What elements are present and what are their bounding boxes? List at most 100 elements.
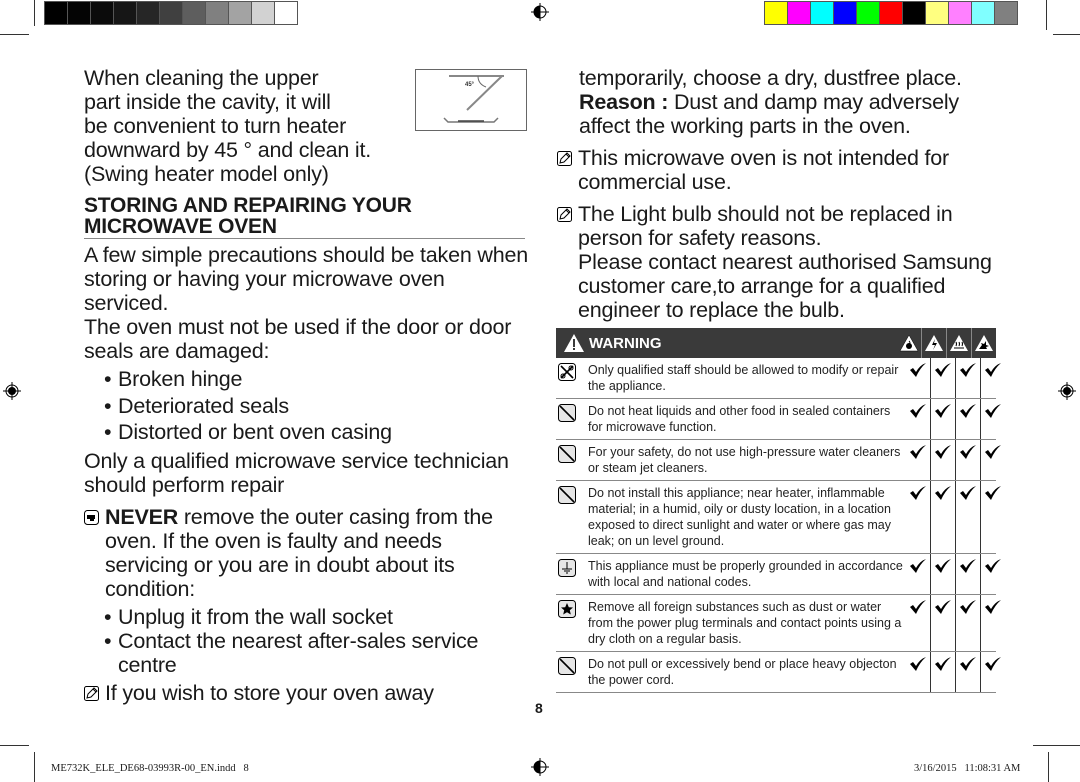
checkmark-icon: [935, 559, 951, 573]
crop-mark: [1048, 752, 1049, 782]
hazard-check-cell: [930, 652, 955, 692]
store-continued-text: temporarily, choose a dry, dustfree plac…: [579, 66, 962, 90]
swing-heater-diagram: 45°: [443, 75, 504, 123]
warning-row: Only qualified staff should be allowed t…: [556, 358, 1001, 399]
checkmark-icon: [910, 559, 926, 573]
checkmark-icon: [960, 363, 976, 377]
bullet-text: Distorted or bent oven casing: [118, 420, 392, 444]
color-swatch: [857, 2, 879, 24]
note-text: The Light bulb should not be replaced in…: [578, 202, 953, 250]
no-disassembly-icon: [556, 358, 584, 398]
note-text: Please contact nearest authorised Samsun…: [578, 250, 992, 322]
registration-mark-icon: [531, 3, 549, 21]
warning-header: WARNING: [556, 328, 996, 358]
bullet-text: Deteriorated seals: [118, 393, 289, 418]
intro-line: (Swing heater model only): [84, 162, 329, 186]
color-swatch: [252, 2, 274, 24]
color-swatch: [788, 2, 810, 24]
caution-hand-icon: [84, 510, 99, 525]
color-swatch: [949, 2, 971, 24]
warning-row: Do not heat liquids and other food in se…: [556, 399, 1001, 440]
warning-row-text: This appliance must be properly grounded…: [588, 559, 903, 589]
color-swatch: [880, 2, 902, 24]
section-heading: STORING AND REPAIRING YOUR MICROWAVE OVE…: [84, 195, 525, 239]
color-swatch: [137, 2, 159, 24]
checkmark-icon: [910, 363, 926, 377]
condition-bullet-list: • Unplug it from the wall socket • Contact…: [84, 605, 529, 677]
hazard-check-cell: [906, 481, 930, 553]
checkmark-icon: [960, 657, 976, 671]
checkmark-icon: [985, 657, 1001, 671]
checkmark-icon: [985, 559, 1001, 573]
checkmark-icon: [985, 445, 1001, 459]
note-commercial: This microwave oven is not intended for …: [557, 146, 997, 194]
bullet-item: • Deteriorated seals: [104, 393, 289, 418]
prohibited-icon: [556, 481, 584, 553]
warning-row-text: Do not heat liquids and other food in se…: [588, 404, 891, 434]
registration-mark-icon: [3, 382, 21, 400]
heater-45-degree-figure: 45°: [415, 69, 527, 131]
bullet-text: Broken hinge: [118, 367, 243, 391]
crop-mark: [34, 752, 35, 782]
registration-mark-icon: [531, 758, 549, 776]
crop-mark: [1053, 34, 1080, 35]
hazard-check-cell: [980, 399, 1005, 439]
bullet-text: Unplug it from the wall socket: [118, 605, 393, 629]
color-swatch: [91, 2, 113, 24]
hazard-check-cell: [930, 399, 955, 439]
color-swatch: [765, 2, 787, 24]
checkmark-icon: [985, 600, 1001, 614]
never-label: NEVER: [105, 505, 179, 529]
checkmark-icon: [910, 445, 926, 459]
heading-line: MICROWAVE OVEN: [84, 215, 277, 238]
page-number: 8: [535, 700, 543, 716]
note-bulb: The Light bulb should not be replaced in…: [557, 202, 997, 322]
color-swatch: [275, 2, 297, 24]
color-swatch: [995, 2, 1017, 24]
hazard-check-cell: [955, 554, 980, 594]
warning-triangle-icon: [564, 334, 584, 352]
warning-row: For your safety, do not use high-pressur…: [556, 440, 1001, 481]
color-swatch: [903, 2, 925, 24]
hazard-check-cell: [930, 440, 955, 480]
color-swatch: [45, 2, 67, 24]
note-pencil-icon: [557, 207, 572, 222]
checkmark-icon: [910, 486, 926, 500]
hazard-check-cell: [980, 554, 1005, 594]
checkmark-icon: [935, 657, 951, 671]
hazard-check-cell: [906, 358, 930, 398]
warning-row-text: Do not install this appliance; near heat…: [588, 486, 891, 548]
qualified-technician-paragraph: Only a qualified microwave service techn…: [84, 448, 509, 497]
hazard-check-cell: [980, 595, 1005, 651]
right-column-text: temporarily, choose a dry, dustfree plac…: [557, 66, 997, 322]
footer-file-name: ME732K_ELE_DE68-03993R-00_EN.indd 8: [51, 763, 249, 774]
door-damage-paragraph: The oven must not be used if the door or…: [84, 315, 512, 363]
bullet-item: • Contact the nearest after-sales service…: [104, 629, 529, 677]
never-warning: NEVER remove the outer casing from the o…: [84, 505, 529, 705]
bullet-item: • Broken hinge: [104, 367, 243, 391]
crop-mark: [34, 0, 35, 26]
color-swatch: [926, 2, 948, 24]
warning-row: Remove all foreign substances such as du…: [556, 595, 1001, 652]
hazard-check-cell: [906, 595, 930, 651]
hazard-check-cell: [955, 440, 980, 480]
color-swatch: [114, 2, 136, 24]
hazard-check-cell: [955, 399, 980, 439]
angle-label: 45°: [465, 82, 475, 88]
bullet-item: • Distorted or bent oven casing: [104, 420, 392, 444]
color-swatch: [834, 2, 856, 24]
checkmark-icon: [960, 486, 976, 500]
warning-row-text: Remove all foreign substances such as du…: [588, 600, 902, 646]
hazard-check-cell: [906, 399, 930, 439]
crop-mark: [0, 745, 29, 746]
warning-title: WARNING: [589, 334, 662, 352]
checkmark-icon: [985, 486, 1001, 500]
star-icon: [556, 595, 584, 651]
checkmark-icon: [935, 445, 951, 459]
warning-row-text: For your safety, do not use high-pressur…: [588, 445, 901, 475]
hot-surface-icon: [946, 328, 971, 358]
hazard-check-cell: [930, 481, 955, 553]
warning-row: Do not install this appliance; near heat…: [556, 481, 1001, 554]
color-swatch: [183, 2, 205, 24]
hazard-check-cell: [955, 481, 980, 553]
